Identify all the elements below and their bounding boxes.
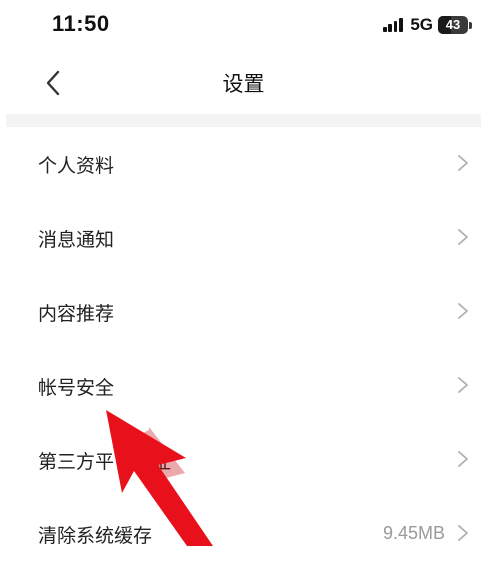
page-title: 设置 (222, 72, 265, 96)
settings-item-account-security[interactable]: 帐号安全 (0, 349, 487, 423)
settings-item-content-recommendation[interactable]: 内容推荐 (0, 275, 487, 349)
settings-item-label: 帐号安全 (38, 377, 115, 399)
chevron-right-icon (458, 377, 468, 393)
chevron-right-icon (458, 229, 468, 245)
status-indicators: 5G 43 (383, 14, 472, 36)
settings-list: 个人资料 消息通知 内容推荐 帐号安全 第三方平台认证 清除系统缓存 9.45M… (0, 127, 487, 571)
status-bar: 11:50 5G 43 (0, 0, 487, 52)
battery-icon: 43 (438, 16, 472, 34)
chevron-right-icon (458, 303, 468, 319)
chevron-right-icon (458, 155, 468, 171)
settings-item-clear-cache[interactable]: 清除系统缓存 9.45MB (0, 497, 487, 571)
settings-item-label: 清除系统缓存 (38, 525, 153, 547)
settings-item-label: 个人资料 (38, 155, 115, 177)
battery-level-text: 43 (445, 17, 461, 32)
signal-icon (383, 18, 404, 32)
chevron-right-icon (458, 451, 468, 467)
settings-item-label: 第三方平台认证 (38, 451, 172, 473)
cache-size-value: 9.45MB (382, 523, 445, 543)
status-time: 11:50 (52, 11, 110, 36)
settings-item-third-party-auth[interactable]: 第三方平台认证 (0, 423, 487, 497)
chevron-right-icon (458, 525, 468, 541)
settings-item-label: 消息通知 (38, 229, 115, 251)
settings-item-label: 内容推荐 (38, 303, 115, 325)
network-label: 5G (410, 15, 433, 34)
section-divider (6, 114, 481, 127)
settings-item-notifications[interactable]: 消息通知 (0, 201, 487, 275)
settings-item-profile[interactable]: 个人资料 (0, 127, 487, 201)
navigation-bar: 设置 (0, 52, 487, 114)
